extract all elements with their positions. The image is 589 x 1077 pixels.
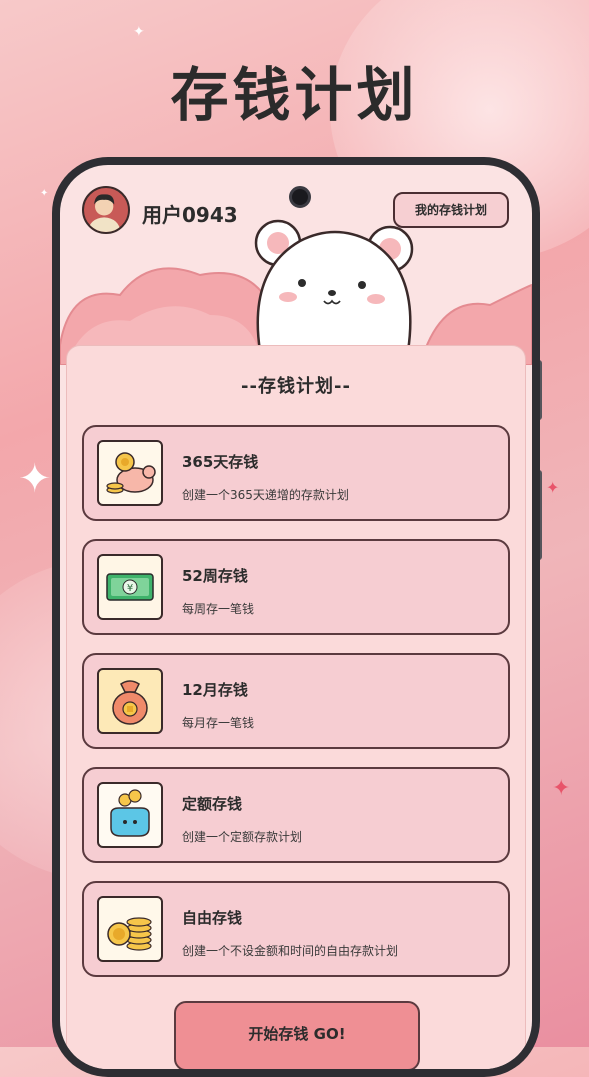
svg-text:¥: ¥	[127, 583, 133, 594]
username: 用户0943	[142, 203, 238, 227]
front-camera	[289, 186, 311, 208]
plan-description: 每周存一笔钱	[182, 602, 255, 616]
panel-title: --存钱计划--	[241, 376, 351, 397]
phone-frame: 用户0943 我的存钱计划 --存钱计划-- 365天存钱 创建一个365天递增…	[52, 157, 540, 1077]
plan-title: 52周存钱	[182, 567, 248, 585]
plan-description: 每月存一笔钱	[182, 716, 255, 730]
plan-title: 12月存钱	[182, 681, 248, 699]
bear-mascot-icon	[254, 219, 414, 351]
start-saving-button[interactable]: 开始存钱 GO!	[174, 1001, 420, 1069]
banknote-yuan-icon: ¥	[97, 554, 163, 620]
plan-card-52-weeks[interactable]: ¥ 52周存钱 每周存一笔钱	[82, 539, 510, 635]
plan-description: 创建一个不设金额和时间的自由存款计划	[182, 944, 399, 958]
plan-title: 自由存钱	[182, 909, 243, 927]
sparkle-icon: ✦	[18, 456, 52, 502]
coin-purse-icon	[97, 782, 163, 848]
plan-card-free[interactable]: 自由存钱 创建一个不设金额和时间的自由存款计划	[82, 881, 510, 977]
plan-title: 定额存钱	[182, 795, 243, 813]
plan-card-12-months[interactable]: 12月存钱 每月存一笔钱	[82, 653, 510, 749]
plan-card-365-days[interactable]: 365天存钱 创建一个365天递增的存款计划	[82, 425, 510, 521]
sparkle-icon: ✦	[546, 478, 560, 497]
plan-title: 365天存钱	[182, 453, 259, 471]
plans-panel: --存钱计划-- 365天存钱 创建一个365天递增的存款计划 ¥ 52周存钱 …	[66, 345, 526, 1069]
avatar[interactable]	[82, 186, 130, 234]
money-bag-icon	[97, 668, 163, 734]
coin-stack-icon	[97, 896, 163, 962]
app-screen: 用户0943 我的存钱计划 --存钱计划-- 365天存钱 创建一个365天递增…	[60, 165, 532, 1069]
plan-card-fixed-amount[interactable]: 定额存钱 创建一个定额存款计划	[82, 767, 510, 863]
plan-description: 创建一个365天递增的存款计划	[182, 488, 349, 502]
sparkle-icon: ✦	[552, 776, 571, 801]
promo-headline: 存钱计划	[170, 61, 419, 129]
my-plans-button[interactable]: 我的存钱计划	[393, 192, 509, 228]
sparkle-icon: ✦	[133, 24, 145, 40]
piggy-bank-coins-icon	[97, 440, 163, 506]
plan-description: 创建一个定额存款计划	[182, 830, 303, 844]
sparkle-icon: ✦	[40, 188, 49, 199]
